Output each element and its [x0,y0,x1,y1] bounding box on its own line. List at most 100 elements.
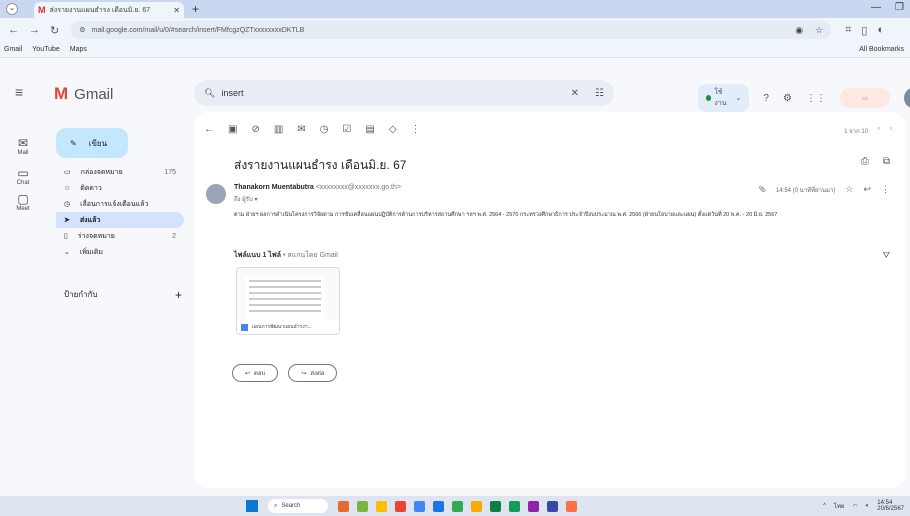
reload-icon[interactable]: ↻ [50,24,59,37]
app-icon[interactable] [490,500,501,512]
mail-icon: ✉ [17,136,29,150]
reply-button[interactable]: ↩ ตอบ [232,364,279,382]
move-to-icon[interactable]: ▤ [365,124,374,135]
settings-icon[interactable]: ⚙ [783,93,792,104]
recipient-line[interactable]: ถึง ผู้รับ ▾ [234,194,257,204]
organization-logo[interactable]: ▭ [839,88,890,108]
forward-icon[interactable]: → [29,24,40,37]
account-avatar[interactable] [904,88,910,108]
send-icon: ➤ [64,217,70,224]
wifi-icon[interactable]: ◠ [852,503,857,510]
folder-icon[interactable] [471,500,482,512]
sidepanel-icon[interactable]: ▯ [861,24,867,37]
mark-unread-icon[interactable]: ✉ [297,124,305,135]
forward-button[interactable]: ↪ ส่งต่อ [288,364,338,382]
app-icon[interactable] [414,500,425,512]
back-icon[interactable]: ← [8,24,19,37]
main-menu-icon[interactable]: ≡ [15,84,23,100]
app-icon[interactable] [547,500,558,512]
app-icon[interactable] [566,500,577,512]
clear-search-icon[interactable]: ✕ [571,88,579,99]
tray-chevron-icon[interactable]: ^ [823,503,826,509]
add-label-icon[interactable]: + [175,288,182,302]
extension-icon[interactable]: ⌗ [845,24,851,37]
search-options-icon[interactable]: ☷ [595,88,604,99]
delete-icon[interactable]: ▥ [274,124,283,135]
app-icon[interactable] [357,500,368,512]
app-rail: ≡ ✉ Mail ▭ Chat ▢ Meet [0,58,46,496]
more-vert-icon[interactable]: ⋮ [881,184,890,195]
apps-grid-icon[interactable]: ⋮⋮ [806,93,826,104]
folder-more[interactable]: ⌄ เพิ่มเติม [56,244,184,260]
gmail-logo[interactable]: M Gmail [54,84,113,104]
search-icon[interactable]: 🔍︎ [204,88,215,99]
folder-snoozed[interactable]: ◷ เลื่อนการแจ้งเตือนแล้ว [56,196,184,212]
attachment-card[interactable]: แผนการพัฒนาแผนธำรงฯ... [236,267,340,335]
add-to-drive-icon[interactable]: ⛛ [882,250,890,261]
search-bar[interactable]: 🔍︎ insert ✕ ☷ [194,80,614,106]
snooze-icon[interactable]: ◷ [320,124,329,135]
site-info-icon[interactable]: ⚙ [79,26,85,34]
app-icon[interactable] [509,500,520,512]
bookmark-star-icon[interactable]: ☆ [815,25,823,36]
search-input[interactable]: insert [221,88,243,98]
close-tab-icon[interactable]: ✕ [173,6,180,15]
app-icon[interactable] [528,500,539,512]
app-icon[interactable] [433,500,444,512]
app-icon[interactable] [338,500,349,512]
rail-chat[interactable]: ▭ Chat [0,166,46,186]
attachment-preview [245,276,325,320]
all-bookmarks[interactable]: All Bookmarks [859,46,904,53]
archive-icon[interactable]: ▣ [228,124,237,135]
message-time: 14:54 (0 นาทีที่ผ่านมา) [776,187,836,194]
profile-icon[interactable]: ◐ [877,24,884,37]
maximize-icon[interactable]: ❐ [895,2,904,13]
star-icon: ☆ [64,185,71,192]
sender-avatar[interactable] [206,184,226,204]
windows-start-icon[interactable] [246,500,258,512]
open-new-window-icon[interactable]: ⧉ [883,156,890,167]
reply-icon[interactable]: ↩ [863,184,871,195]
print-icon[interactable]: ⎙ [861,156,869,167]
star-icon[interactable]: ☆ [845,184,853,195]
eye-icon[interactable]: ◉ [795,25,803,36]
pencil-icon: ✎ [70,138,77,148]
labels-header: ป้ายกำกับ + [64,288,182,302]
compose-button[interactable]: ✎ เขียน [56,128,128,158]
more-options-icon[interactable]: ⋮ [411,124,421,135]
url-field[interactable]: ⚙ mail.google.com/mail/u/0/#search/inser… [71,21,832,39]
folder-inbox[interactable]: ▭ กล่องจดหมาย 175 [56,164,184,180]
folder-starred[interactable]: ☆ ติดดาว [56,180,184,196]
taskbar-apps [338,500,577,512]
taskbar-search[interactable]: ⌕ Search [268,499,328,513]
app-icon[interactable] [376,500,387,512]
back-to-list-icon[interactable]: ← [204,124,214,135]
help-icon[interactable]: ? [763,93,769,104]
chrome-icon[interactable] [452,500,463,512]
folder-sent[interactable]: ➤ ส่งแล้ว [56,212,184,228]
email-body: ตาม ฝ่ายฯ ผลการดำเนินโครงการวิจัยตาม การ… [234,212,778,218]
prev-icon[interactable]: ‹ [878,126,880,136]
bookmark-youtube[interactable]: YouTube [32,46,60,53]
bookmark-maps[interactable]: Maps [70,46,87,53]
os-taskbar: ⌕ Search ^ ไทย ◠ 🔈︎ 14:54 20/6/2567 [0,496,910,516]
clock[interactable]: 14:54 20/6/2567 [877,500,904,512]
folder-list: ▭ กล่องจดหมาย 175 ☆ ติดดาว ◷ เลื่อนการแจ… [56,164,184,260]
status-button[interactable]: ใช้งาน ⌄ [698,84,750,112]
app-icon[interactable] [395,500,406,512]
labels-icon[interactable]: ◇ [389,124,397,135]
rail-meet[interactable]: ▢ Meet [0,192,46,212]
sender-name: Thanakorn Muentabutra [234,184,314,191]
new-tab-icon[interactable]: + [192,2,199,16]
add-task-icon[interactable]: ☑ [342,124,351,135]
tab-search-icon[interactable]: ⌄ [6,3,18,15]
report-spam-icon[interactable]: ⊘ [251,124,259,135]
minimize-icon[interactable]: — [871,2,881,13]
language-indicator[interactable]: ไทย [834,501,845,511]
rail-mail[interactable]: ✉ Mail [0,136,46,156]
volume-icon[interactable]: 🔈︎ [866,503,870,510]
bookmark-gmail[interactable]: Gmail [4,46,22,53]
folder-drafts[interactable]: ▯ ร่างจดหมาย 2 [56,228,184,244]
browser-tab[interactable]: M ส่งรายงานแผนธำรง เดือนมิ.ย. 67 ✕ [34,2,184,18]
next-icon[interactable]: › [890,126,892,136]
